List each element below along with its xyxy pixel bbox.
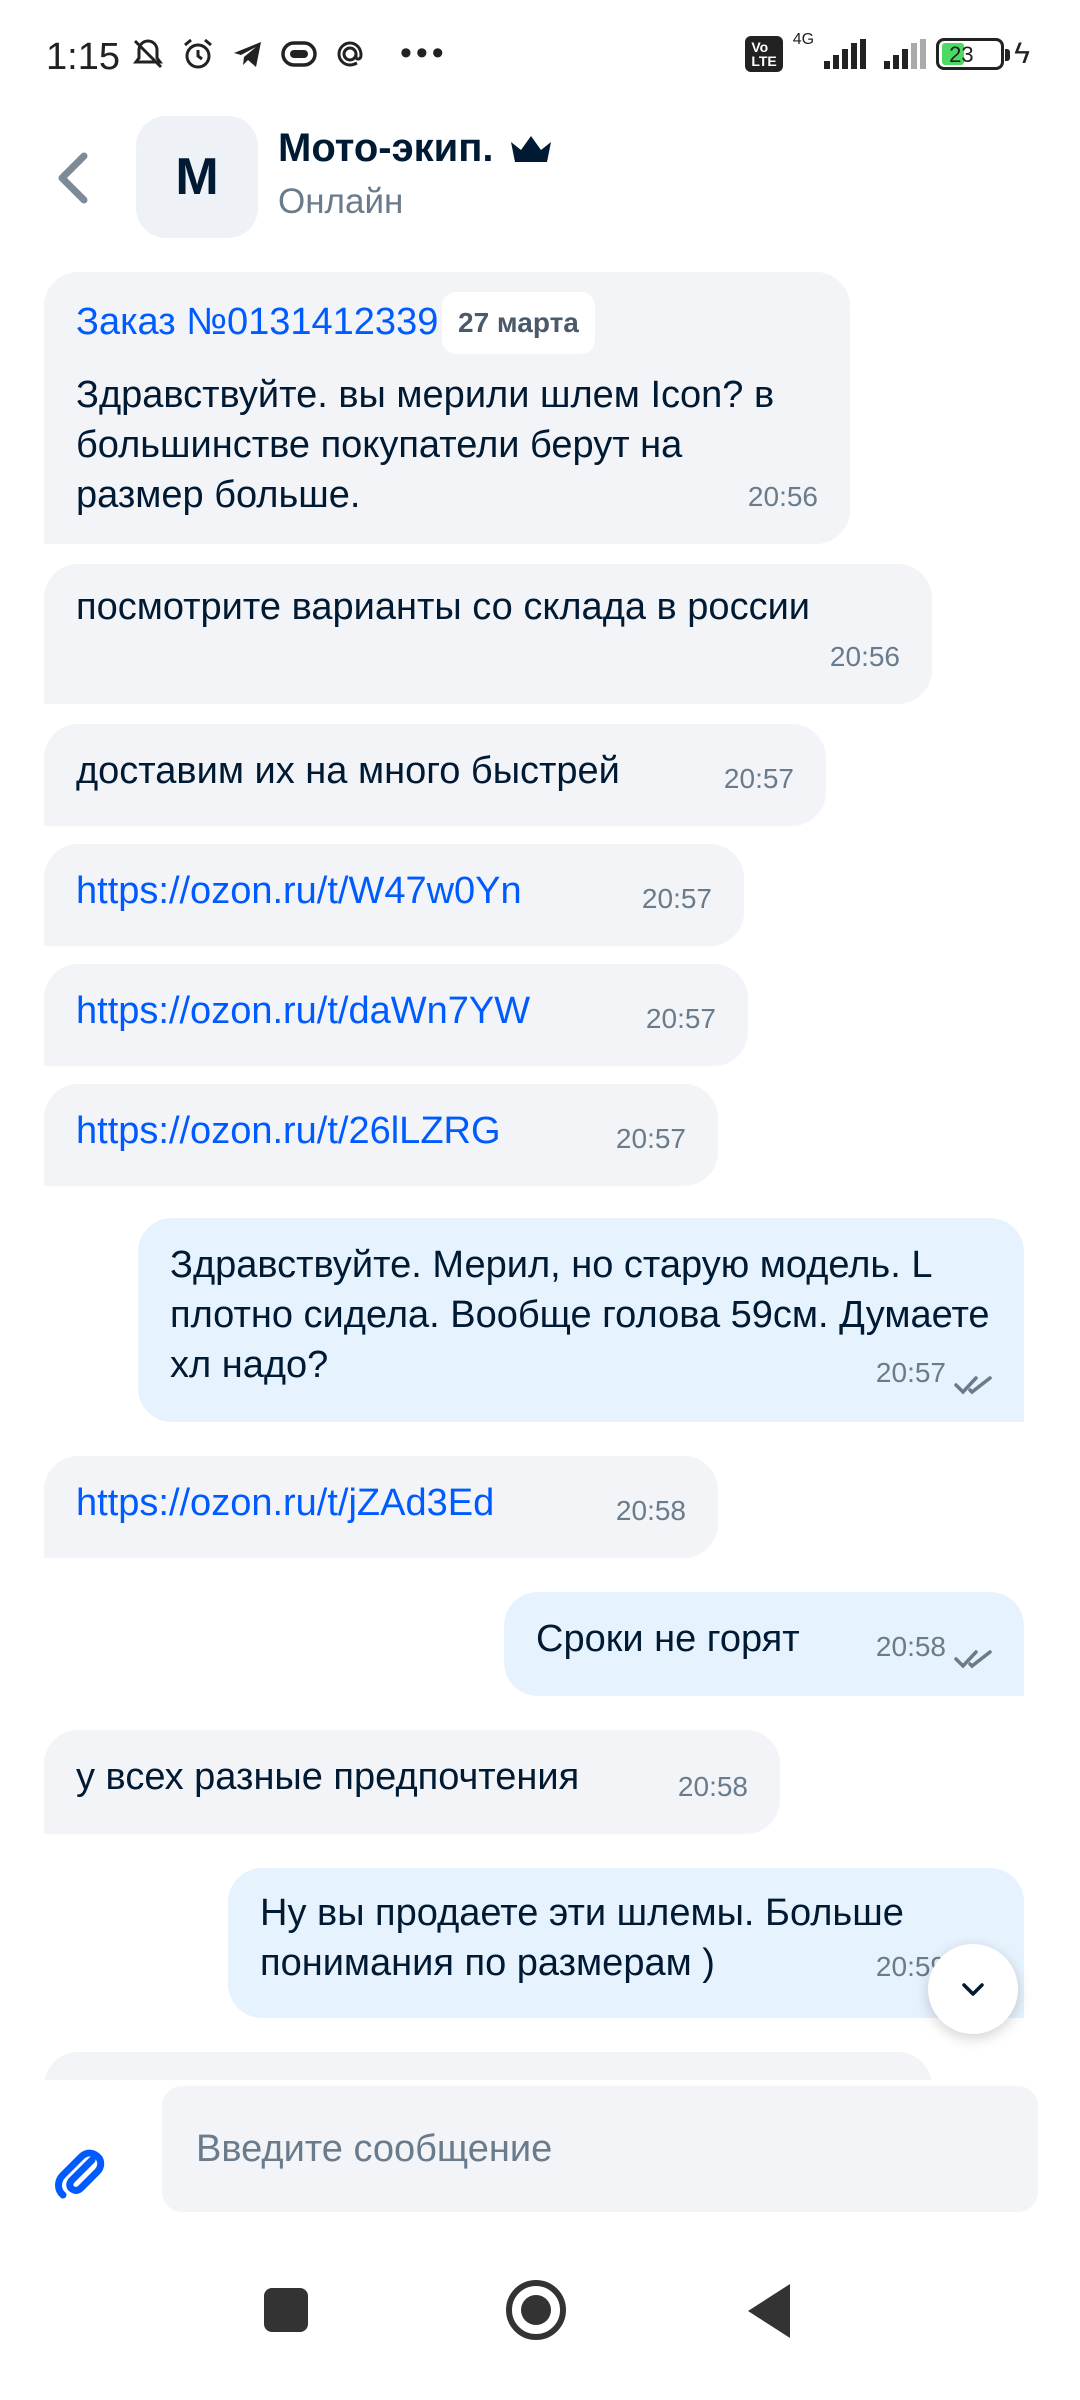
charging-icon: ϟ [1014, 37, 1030, 70]
back-arrow-icon[interactable] [50, 150, 96, 206]
message-text: доставим их на много быстрей [76, 750, 620, 792]
scroll-to-bottom-button[interactable] [928, 1944, 1018, 2034]
chevron-down-icon [962, 1983, 984, 1996]
battery-level: 23 [949, 42, 974, 67]
outgoing-message[interactable]: Сроки не горят 20:58 [504, 1592, 1024, 1696]
battery-icon: 23 [936, 38, 1011, 70]
message-link[interactable]: https://ozon.ru/t/daWn7YW [76, 986, 530, 1036]
volte-icon: Vo LTE [745, 36, 783, 72]
message-time: 20:56 [747, 481, 818, 512]
outgoing-message[interactable]: Здравствуйте. Мерил, но старую модель. L… [138, 1218, 1024, 1422]
telegram-icon [234, 41, 261, 67]
message-link[interactable]: https://ozon.ru/t/W47w0Yn [76, 866, 522, 916]
status-time: 1:15 [46, 36, 120, 78]
attach-icon[interactable] [52, 2146, 108, 2202]
more-dots-icon: ••• [400, 34, 448, 72]
online-status: Онлайн [278, 182, 404, 221]
composer [0, 2080, 1080, 2240]
home-button[interactable] [506, 2280, 566, 2340]
message-time: 20:57 [615, 1123, 686, 1154]
message-time: 20:57 [645, 1003, 716, 1034]
message-link[interactable]: https://ozon.ru/t/26lLZRG [76, 1106, 501, 1156]
incoming-message[interactable]: Заказ №0131412339 27 марта Здравствуйте.… [44, 272, 850, 544]
signal-strength-icon [824, 39, 867, 69]
crown-icon [510, 135, 551, 162]
chat-name-text: Мото-экип. [278, 126, 494, 170]
alarm-icon [184, 38, 212, 68]
message-time: 20:58 [615, 1495, 686, 1526]
incoming-message[interactable]: посмотрите варианты со склада в россии 2… [44, 564, 932, 704]
message-text: Сроки не горят [536, 1618, 800, 1660]
incoming-message[interactable]: https://ozon.ru/t/W47w0Yn 20:57 [44, 844, 744, 946]
sleep-mask-icon [281, 40, 317, 67]
message-link[interactable]: https://ozon.ru/t/jZAd3Ed [76, 1478, 494, 1528]
incoming-message[interactable]: https://ozon.ru/t/26lLZRG 20:57 [44, 1084, 718, 1186]
message-time: 20:58 [677, 1771, 748, 1802]
notification-icons: ••• [130, 34, 448, 73]
system-back-button[interactable] [748, 2284, 790, 2338]
message-time: 20:57 [723, 763, 794, 794]
message-text: Здравствуйте. вы мерили шлем Icon? в бол… [76, 374, 775, 516]
outgoing-message[interactable]: Ну вы продаете эти шлемы. Больше пониман… [228, 1868, 1024, 2018]
order-link[interactable]: Заказ №0131412339 [76, 290, 476, 354]
message-time: 20:58 [875, 1631, 946, 1662]
network-type: 4G [792, 31, 815, 48]
message-time: 20:56 [829, 641, 900, 672]
system-nav-bar [0, 2240, 1080, 2400]
chat-header: М Мото-экип. Онлайн [0, 112, 1080, 238]
message-time: 20:57 [875, 1357, 946, 1388]
incoming-message[interactable]: у всех разные предпочтения 20:58 [44, 1730, 780, 1834]
avatar[interactable]: М [136, 116, 258, 238]
chat-title[interactable]: Мото-экип. [278, 126, 554, 171]
order-date-badge: 27 марта [442, 292, 595, 354]
muted-bell-icon [133, 38, 163, 68]
system-icons: Vo LTE 4G 23 ϟ [745, 31, 1030, 72]
message-text: посмотрите варианты со склада в россии [76, 586, 811, 628]
message-time: 20:57 [641, 883, 712, 914]
message-input[interactable] [162, 2086, 1038, 2212]
read-double-check-icon [954, 1650, 992, 1669]
message-text: у всех разные предпочтения [76, 1756, 580, 1798]
at-icon [337, 40, 363, 67]
message-list[interactable]: Заказ №0131412339 27 марта Здравствуйте.… [0, 240, 1080, 2080]
read-double-check-icon [954, 1376, 992, 1395]
recent-apps-button[interactable] [264, 2288, 308, 2332]
incoming-message[interactable]: https://ozon.ru/t/jZAd3Ed 20:58 [44, 1456, 718, 1558]
signal-strength-sim2-icon [884, 39, 927, 69]
status-bar: 1:15 ••• Vo LTE 4G 23 ϟ [0, 0, 1080, 120]
incoming-message[interactable]: https://ozon.ru/t/daWn7YW 20:57 [44, 964, 748, 1066]
incoming-message[interactable]: доставим их на много быстрей 20:57 [44, 724, 826, 826]
incoming-message[interactable] [44, 2052, 932, 2080]
